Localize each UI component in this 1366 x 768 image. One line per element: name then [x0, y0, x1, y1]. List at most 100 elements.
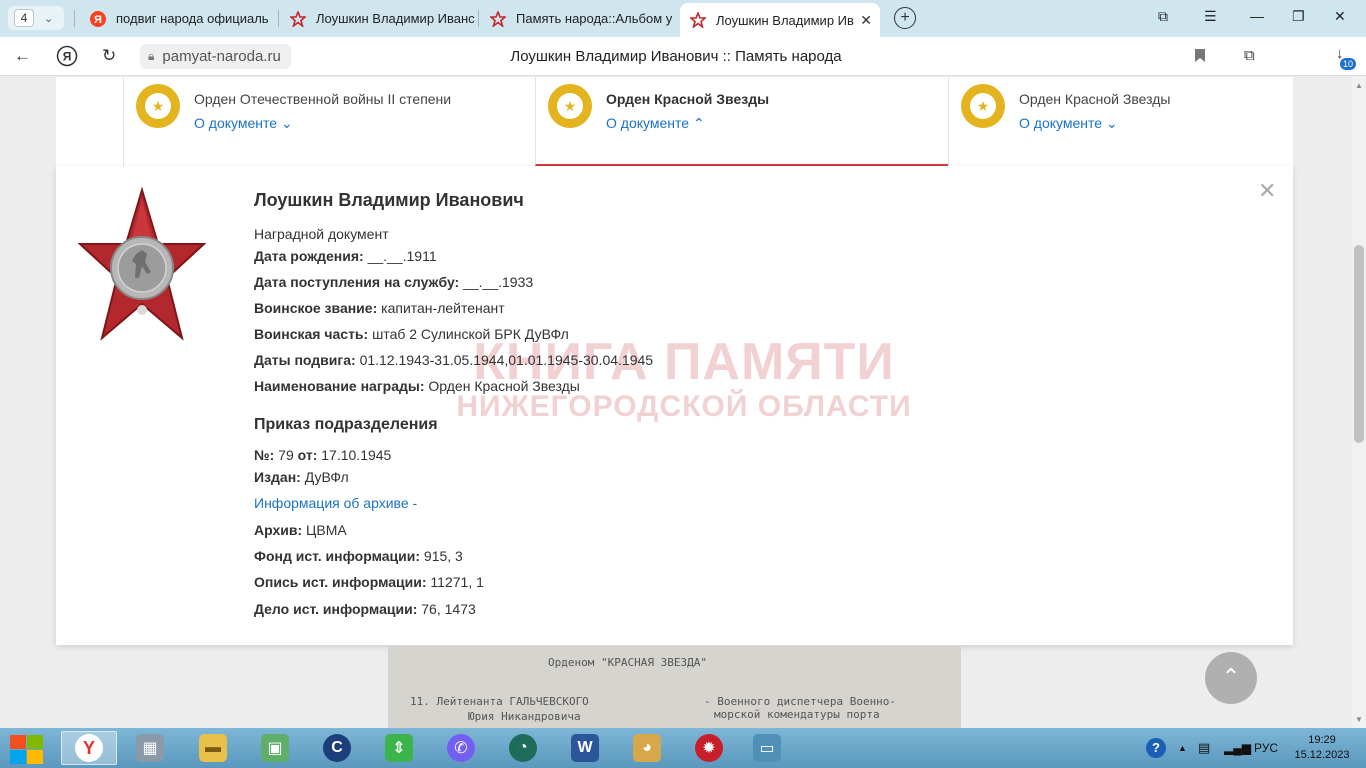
taskbar-app-speed[interactable]: ◔	[495, 731, 551, 765]
field-archive: Архив: ЦВМА	[254, 522, 347, 538]
order-red-star-image	[77, 186, 207, 342]
field-unit: Воинская часть: штаб 2 Сулинской БРК ДуВ…	[254, 326, 569, 342]
tab-separator	[74, 10, 75, 27]
chevron-down-icon: ⌄	[1105, 115, 1118, 131]
field-award-name: Наименование награды: Орден Красной Звез…	[254, 378, 580, 394]
close-window-icon[interactable]: ✕	[1334, 8, 1346, 25]
chevron-down-icon: ⌄	[44, 12, 54, 25]
tab-3[interactable]: Память народа::Альбом у	[480, 4, 676, 33]
medal-icon: ★	[136, 84, 180, 128]
start-button[interactable]	[8, 734, 44, 764]
taskbar-app-red[interactable]: ✹	[681, 731, 737, 765]
tab-label: Память народа::Альбом у	[516, 11, 673, 26]
download-count-badge: 10	[1340, 58, 1357, 70]
taskbar-word[interactable]: W	[557, 731, 613, 765]
signal-icon[interactable]: ▂▄▆	[1224, 728, 1251, 768]
chevron-up-icon: ⌃	[1221, 664, 1241, 689]
chevron-up-icon: ⌃	[692, 115, 705, 131]
ccleaner-icon: C	[323, 734, 351, 762]
minimize-icon[interactable]: —	[1250, 8, 1264, 24]
image-viewer-icon: ▭	[753, 734, 781, 762]
tab-label: Лоушкин Владимир Ив	[716, 12, 854, 28]
field-inventory: Опись ист. информации: 11271, 1	[254, 574, 484, 590]
word-icon: W	[571, 734, 599, 762]
field-rank: Воинское звание: капитан-лейтенант	[254, 300, 505, 316]
yandex-icon: Я	[90, 10, 106, 27]
tab-counter-button[interactable]: 4 ⌄	[8, 6, 64, 30]
language-indicator[interactable]: РУС	[1254, 728, 1278, 768]
tab-4-active[interactable]: Лоушкин Владимир Ив ✕	[680, 3, 880, 37]
archive-info-link[interactable]: Информация об архиве -	[254, 495, 417, 511]
field-fund: Фонд ист. информации: 915, 3	[254, 548, 463, 564]
tab-separator	[278, 10, 279, 27]
page-content: ★ Орден Отечественной войны II степени О…	[0, 77, 1352, 728]
field-birth-date: Дата рождения: __.__.1911	[254, 248, 437, 264]
arrows-app-icon: ⇕	[385, 734, 413, 762]
scroll-to-top-button[interactable]: ⌃	[1205, 652, 1257, 704]
tab-label: подвиг народа официаль	[116, 11, 269, 26]
award-name: Орден Отечественной войны II степени	[194, 91, 452, 107]
bookmark-icon[interactable]	[1194, 48, 1206, 66]
about-document-link[interactable]: О документе ⌃	[606, 115, 705, 132]
taskbar-yandex-browser[interactable]: Y	[61, 731, 117, 765]
taskbar-image-viewer[interactable]: ▭	[739, 731, 795, 765]
reader-icon[interactable]: ⧉	[1244, 47, 1255, 64]
red-app-icon: ✹	[695, 734, 723, 762]
award-tab-3[interactable]: ★ Орден Красной Звезды О документе ⌄	[948, 77, 1293, 166]
windows-logo-icon	[10, 735, 26, 749]
about-document-link[interactable]: О документе ⌄	[194, 115, 293, 132]
restore-icon[interactable]: ❐	[1292, 8, 1305, 25]
taskbar-photo-app[interactable]: ▣	[247, 731, 303, 765]
award-tab-1[interactable]: ★ Орден Отечественной войны II степени О…	[123, 77, 535, 166]
star-icon	[490, 10, 506, 27]
award-tab-2-selected[interactable]: ★ Орден Красной Звезды О документе ⌃	[535, 77, 948, 166]
calculator-icon: ▦	[136, 734, 164, 762]
menu-icon[interactable]: ☰	[1204, 8, 1217, 25]
star-icon	[690, 12, 706, 28]
taskbar-ccleaner[interactable]: C	[309, 731, 365, 765]
medal-icon: ★	[548, 84, 592, 128]
tab-separator	[478, 10, 479, 27]
photo-app-icon: ▣	[261, 734, 289, 762]
page-scrollbar[interactable]: ▲ ▼	[1352, 77, 1366, 728]
new-tab-button[interactable]: +	[894, 7, 916, 29]
yandex-browser-icon: Y	[75, 734, 103, 762]
field-service-date: Дата поступления на службу: __.__.1933	[254, 274, 534, 290]
help-icon[interactable]: ?	[1146, 728, 1166, 768]
palette-icon: ◕	[633, 734, 661, 762]
person-name: Лоушкин Владимир Иванович	[254, 190, 524, 210]
tab-2[interactable]: Лоушкин Владимир Иванс	[280, 4, 476, 33]
taskbar-paint[interactable]: ◕	[619, 731, 675, 765]
scroll-down-arrow-icon[interactable]: ▼	[1355, 715, 1363, 724]
taskbar-calculator[interactable]: ▦	[122, 731, 178, 765]
taskbar-explorer[interactable]: ▬	[185, 731, 241, 765]
about-document-link[interactable]: О документе ⌄	[1019, 115, 1118, 132]
clock-date: 15.12.2023	[1294, 749, 1350, 761]
svg-text:Я: Я	[94, 14, 102, 26]
tab-1[interactable]: Я подвиг народа официаль	[80, 4, 276, 33]
field-order-number: №: 79 от: 17.10.1945	[254, 447, 392, 463]
tab-label: Лоушкин Владимир Иванс	[316, 11, 475, 26]
tab-count: 4	[14, 9, 34, 27]
close-icon[interactable]: ✕	[1258, 178, 1276, 204]
document-scan-image[interactable]: Орденом "КРАСНАЯ ЗВЕЗДА" 11. Лейтенанта …	[388, 646, 961, 728]
scrollbar-thumb[interactable]	[1354, 245, 1364, 443]
close-tab-icon[interactable]: ✕	[860, 12, 872, 29]
taskbar-app-green[interactable]: ⇕	[371, 731, 427, 765]
windows-taskbar: Y ▦ ▬ ▣ C ⇕ ✆ ◔ W ◕ ✹ ▭ ? ▲ ▤ ▂▄▆ РУС 19…	[0, 728, 1366, 768]
tabs-panel-icon[interactable]: ⧉	[1158, 8, 1168, 25]
network-icon[interactable]: ▤	[1198, 728, 1210, 768]
taskbar-viber[interactable]: ✆	[433, 731, 489, 765]
speedometer-icon: ◔	[509, 734, 537, 762]
medal-icon: ★	[961, 84, 1005, 128]
order-section-title: Приказ подразделения	[254, 416, 438, 433]
award-name: Орден Красной Звезды	[1019, 91, 1171, 107]
award-detail-card: КНИГА ПАМЯТИ НИЖЕГОРОДСКОЙ ОБЛАСТИ ✕ Лоу…	[56, 166, 1293, 645]
scroll-up-arrow-icon[interactable]: ▲	[1355, 81, 1363, 90]
document-type: Наградной документ	[254, 226, 389, 242]
field-issued: Издан: ДуВФл	[254, 469, 349, 485]
tray-expand-icon[interactable]: ▲	[1178, 728, 1187, 768]
folder-icon: ▬	[199, 734, 227, 762]
viber-icon: ✆	[447, 734, 475, 762]
clock[interactable]: 19:29 15.12.2023	[1292, 733, 1352, 763]
